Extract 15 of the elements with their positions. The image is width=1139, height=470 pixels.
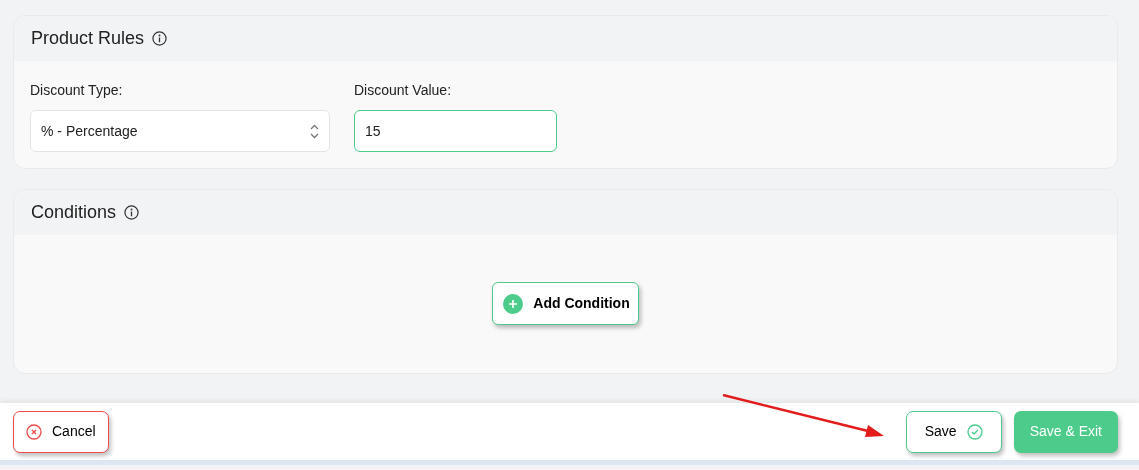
info-icon[interactable] — [152, 31, 168, 46]
plus-icon — [503, 293, 524, 314]
close-icon — [26, 423, 42, 440]
save-button[interactable]: Save — [905, 410, 1002, 453]
section-title: Conditions — [31, 201, 117, 224]
check-icon — [966, 423, 983, 440]
chevron-icon — [310, 123, 319, 139]
cancel-button[interactable]: Cancel — [13, 410, 109, 453]
discount-value-field[interactable]: 15 — [354, 110, 557, 152]
info-icon[interactable] — [124, 205, 140, 220]
add-condition-button[interactable]: Add Condition — [492, 282, 639, 325]
discount-type-select[interactable]: % - Percentage — [30, 110, 330, 152]
field-label: Discount Type: — [30, 81, 124, 100]
field-label: Discount Value: — [354, 81, 452, 100]
section-title: Product Rules — [31, 27, 145, 50]
